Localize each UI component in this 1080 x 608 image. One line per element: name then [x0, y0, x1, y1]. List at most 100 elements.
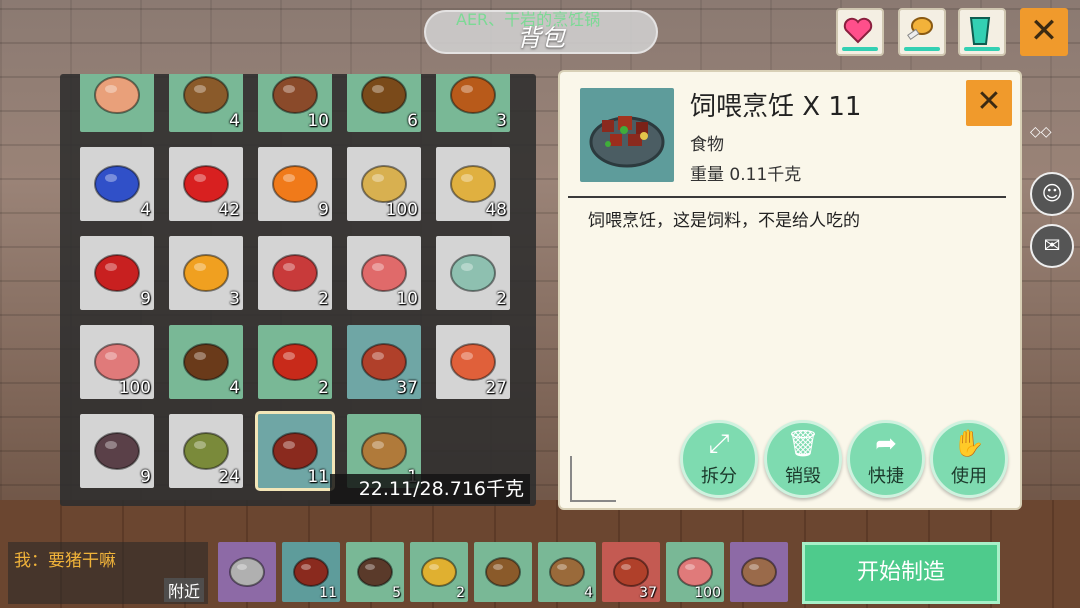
slot-count: 3	[496, 111, 507, 131]
shortcut-button[interactable]: ➦ 快捷	[847, 420, 925, 498]
cooked-dish-icon	[589, 116, 665, 168]
inventory-slot[interactable]	[80, 74, 154, 132]
inventory-slot[interactable]: 27	[436, 325, 510, 399]
hunger-button[interactable]	[898, 8, 946, 56]
inventory-slot[interactable]: 4	[169, 325, 243, 399]
item-description: 饲喂烹饪，这是饲料，不是给人吃的	[588, 211, 860, 231]
inventory-slot[interactable]: 37	[347, 325, 421, 399]
slot-count: 11	[307, 467, 329, 487]
striped-worm-icon	[450, 76, 496, 114]
health-bar	[842, 47, 878, 51]
health-button[interactable]	[836, 8, 884, 56]
hotbar-count: 37	[639, 585, 657, 601]
inventory-slot[interactable]: 2	[258, 236, 332, 310]
divider	[568, 196, 1006, 198]
inventory-slot[interactable]: 9	[80, 236, 154, 310]
hotbar-slot[interactable]: 37	[602, 542, 660, 602]
heart-icon	[843, 17, 873, 44]
slot-count: 37	[396, 378, 418, 398]
hotbar-slot[interactable]: 100	[666, 542, 724, 602]
chat-box[interactable]: 我：要猪干嘛 附近	[8, 542, 208, 604]
hotbar-count: 100	[694, 585, 721, 601]
start-crafting-button[interactable]: 开始制造	[802, 542, 1000, 604]
inventory-slot[interactable]: 3	[169, 236, 243, 310]
item-weight: 重量 0.11千克	[690, 165, 802, 185]
split-button[interactable]: ⤢ 拆分	[680, 420, 758, 498]
thirst-bar	[964, 47, 1000, 51]
link-icon[interactable]: ◇◇	[1030, 124, 1052, 140]
use-label: 使用	[951, 466, 987, 487]
inventory-slot[interactable]: 10	[347, 236, 421, 310]
slot-count: 6	[407, 111, 418, 131]
slot-count: 42	[218, 200, 240, 220]
cornucopia-icon	[361, 432, 407, 470]
use-button[interactable]: ✋ 使用	[930, 420, 1008, 498]
inventory-slot[interactable]: 2	[436, 236, 510, 310]
hotbar-slot[interactable]: 5	[346, 542, 404, 602]
slot-count: 9	[318, 200, 329, 220]
item-detail-panel: 饲喂烹饪 X 11 食物 重量 0.11千克 ✕ 饲喂烹饪，这是饲料，不是给人吃…	[560, 72, 1020, 508]
overlay-label: AER、干岩的烹饪锅	[456, 10, 601, 29]
destroy-label: 销毁	[785, 466, 821, 487]
stick-icon	[183, 76, 229, 114]
inventory-slot[interactable]: 9	[258, 147, 332, 221]
chat-bubble-icon: ✉	[1043, 233, 1061, 257]
blueberry-icon	[94, 165, 140, 203]
slot-count: 48	[485, 200, 507, 220]
apple-icon	[94, 254, 140, 292]
thirst-button[interactable]	[958, 8, 1006, 56]
slot-count: 4	[229, 378, 240, 398]
item-name: 饲喂烹饪 X 11	[690, 92, 862, 122]
hotbar-count: 11	[319, 585, 337, 601]
slot-count: 9	[140, 467, 151, 487]
hunger-bar	[904, 47, 940, 51]
shortcut-label: 快捷	[868, 466, 904, 487]
emote-button[interactable]: ☺	[1030, 172, 1074, 216]
chat-button[interactable]: ✉	[1030, 224, 1074, 268]
inventory-slot[interactable]: 100	[80, 325, 154, 399]
hotbar-slot[interactable]	[730, 542, 788, 602]
inventory-slot[interactable]: 4	[80, 147, 154, 221]
inventory-slot[interactable]: 24	[169, 414, 243, 488]
inventory-slot[interactable]: 48	[436, 147, 510, 221]
slot-count: 4	[229, 111, 240, 131]
spear-icon	[549, 557, 585, 587]
inventory-slot[interactable]: 10	[258, 74, 332, 132]
hotbar-slot[interactable]: 4	[538, 542, 596, 602]
slot-count: 24	[218, 467, 240, 487]
inventory-slot[interactable]: 9	[80, 414, 154, 488]
cup-icon	[969, 17, 991, 45]
hotbar-slot[interactable]	[474, 542, 532, 602]
egg-icon	[450, 254, 496, 292]
destroy-button[interactable]: 🗑 销毁	[764, 420, 842, 498]
honeycomb-icon	[183, 254, 229, 292]
inventory-slot[interactable]: 2	[258, 325, 332, 399]
hotbar-slot[interactable]	[218, 542, 276, 602]
inventory-slot[interactable]: 3	[436, 74, 510, 132]
trash-icon: 🗑	[786, 429, 820, 459]
chat-scope-button[interactable]: 附近	[163, 578, 204, 602]
inventory-slot[interactable]: 11	[255, 411, 335, 491]
carrot-icon	[272, 165, 318, 203]
inventory-slot[interactable]: 6	[347, 74, 421, 132]
slot-count: 10	[307, 111, 329, 131]
corner-ornament	[570, 456, 616, 502]
inventory-slot[interactable]: 100	[347, 147, 421, 221]
inventory-slot[interactable]: 4	[169, 74, 243, 132]
split-label: 拆分	[701, 466, 737, 487]
bow-icon	[741, 557, 777, 587]
close-inventory-button[interactable]: ✕	[1020, 8, 1068, 56]
inventory-slot[interactable]: 42	[169, 147, 243, 221]
leaf-fish-icon	[94, 76, 140, 114]
hotbar-slot[interactable]: 2	[410, 542, 468, 602]
slot-count: 4	[140, 200, 151, 220]
slot-count: 2	[496, 289, 507, 309]
slot-count: 100	[118, 378, 151, 398]
close-detail-button[interactable]: ✕	[966, 80, 1012, 126]
slot-count: 2	[318, 378, 329, 398]
weight-indicator: 22.11/28.716千克	[330, 474, 530, 504]
dark-fish-icon	[94, 432, 140, 470]
item-image	[580, 88, 674, 182]
slot-count: 3	[229, 289, 240, 309]
hotbar-slot[interactable]: 11	[282, 542, 340, 602]
